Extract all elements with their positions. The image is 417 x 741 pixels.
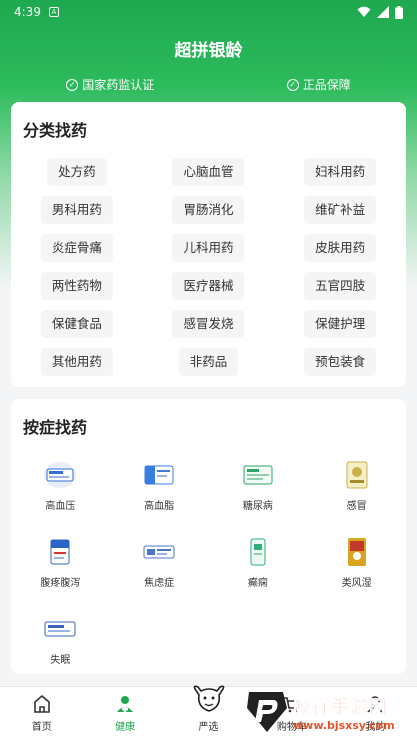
symptom-grid: 高血压 高血脂 糖尿病 感冒 腹疼腹泻 焦虑症 癫痫 类风湿 失眠 xyxy=(11,459,406,690)
medicine-box-icon xyxy=(141,459,177,491)
symptom-item[interactable]: 癫痫 xyxy=(209,536,308,613)
category-item[interactable]: 皮肤用药 xyxy=(304,234,377,262)
medicine-box-icon xyxy=(240,536,276,568)
trust-badges: ✓ 国家药监认证 ✓ 正品保障 xyxy=(0,76,417,93)
symptom-label: 感冒 xyxy=(346,501,367,512)
symptom-item[interactable]: 失眠 xyxy=(11,613,110,690)
medicine-box-icon xyxy=(141,536,177,568)
category-item[interactable]: 医疗器械 xyxy=(172,272,245,300)
signal-icon xyxy=(377,6,389,18)
battery-icon xyxy=(395,5,403,19)
category-item[interactable]: 预包装食 xyxy=(304,348,377,376)
category-item[interactable]: 感冒发烧 xyxy=(172,310,245,338)
status-bar: 4:39 A xyxy=(0,0,417,24)
badge-label: 国家药监认证 xyxy=(82,78,155,92)
category-item[interactable]: 维矿补益 xyxy=(304,196,377,224)
medicine-box-icon xyxy=(42,536,78,568)
check-circle-icon: ✓ xyxy=(66,78,79,91)
tab-health[interactable]: 健康 xyxy=(83,687,166,741)
status-time: 4:39 xyxy=(14,5,41,19)
category-item[interactable]: 处方药 xyxy=(47,158,107,186)
symptom-label: 焦虑症 xyxy=(144,578,175,589)
badge-genuine: ✓ 正品保障 xyxy=(286,76,351,93)
symptom-label: 失眠 xyxy=(50,655,71,666)
category-item[interactable]: 炎症骨痛 xyxy=(40,234,113,262)
symptom-item[interactable]: 高血脂 xyxy=(110,459,209,536)
health-icon xyxy=(117,696,134,712)
badge-label: 正品保障 xyxy=(302,78,351,92)
check-circle-icon: ✓ xyxy=(286,78,299,91)
medicine-box-icon xyxy=(240,459,276,491)
medicine-box-icon xyxy=(339,459,375,491)
medicine-box-icon xyxy=(42,613,78,645)
symptom-item[interactable]: 类风湿 xyxy=(307,536,406,613)
category-item[interactable]: 保健食品 xyxy=(40,310,113,338)
home-icon xyxy=(33,694,50,713)
category-item[interactable]: 两性药物 xyxy=(40,272,113,300)
symptom-item[interactable]: 糖尿病 xyxy=(209,459,308,536)
symptom-card: 按症找药 高血压 高血脂 糖尿病 感冒 腹疼腹泻 焦虑症 癫痫 类风湿 失眠 xyxy=(11,399,406,674)
symptom-item[interactable]: 高血压 xyxy=(11,459,110,536)
medicine-box-icon xyxy=(339,536,375,568)
symptom-label: 腹疼腹泻 xyxy=(40,578,81,589)
tab-home[interactable]: 首页 xyxy=(0,687,83,741)
symptom-item[interactable]: 腹疼腹泻 xyxy=(11,536,110,613)
symptom-label: 高血脂 xyxy=(144,501,175,512)
category-item[interactable]: 妇科用药 xyxy=(304,158,377,186)
symptom-item[interactable]: 焦虑症 xyxy=(110,536,209,613)
category-title: 分类找药 xyxy=(23,121,88,140)
category-item[interactable]: 保健护理 xyxy=(304,310,377,338)
symptom-label: 类风湿 xyxy=(341,578,372,589)
wifi-icon xyxy=(357,6,371,17)
symptom-item[interactable]: 感冒 xyxy=(307,459,406,536)
category-item[interactable]: 非药品 xyxy=(178,348,239,376)
category-item[interactable]: 儿科用药 xyxy=(172,234,245,262)
category-item[interactable]: 男科用药 xyxy=(40,196,113,224)
category-item[interactable]: 胃肠消化 xyxy=(172,196,245,224)
notification-icon: A xyxy=(48,7,59,17)
symptom-title: 按症找药 xyxy=(23,418,88,437)
medicine-box-icon xyxy=(42,459,78,491)
symptom-label: 高血压 xyxy=(45,501,76,512)
category-card: 分类找药 处方药 心脑血管 妇科用药 男科用药 胃肠消化 维矿补益 炎症骨痛 儿… xyxy=(11,102,406,387)
category-grid: 处方药 心脑血管 妇科用药 男科用药 胃肠消化 维矿补益 炎症骨痛 儿科用药 皮… xyxy=(11,158,406,386)
category-item[interactable]: 五官四肢 xyxy=(304,272,377,300)
tab-label: 首页 xyxy=(31,722,52,733)
symptom-label: 癫痫 xyxy=(247,578,268,589)
category-item[interactable]: 其他用药 xyxy=(40,348,113,376)
page-title: 超拼银龄 xyxy=(174,41,243,61)
tab-label: 健康 xyxy=(115,722,136,733)
tab-select[interactable]: 严选 xyxy=(167,685,250,741)
category-item[interactable]: 心脑血管 xyxy=(172,158,245,186)
tab-label: 严选 xyxy=(198,722,219,733)
watermark-name: 顺祥手游网 xyxy=(293,696,388,718)
watermark-logo xyxy=(247,692,287,732)
watermark-url: www.bjsxsy.com xyxy=(293,718,395,732)
cow-mascot-icon xyxy=(193,685,224,712)
site-watermark: 顺祥手游网 www.bjsxsy.com xyxy=(243,683,417,741)
symptom-label: 糖尿病 xyxy=(242,501,273,512)
badge-certified: ✓ 国家药监认证 xyxy=(66,76,154,93)
